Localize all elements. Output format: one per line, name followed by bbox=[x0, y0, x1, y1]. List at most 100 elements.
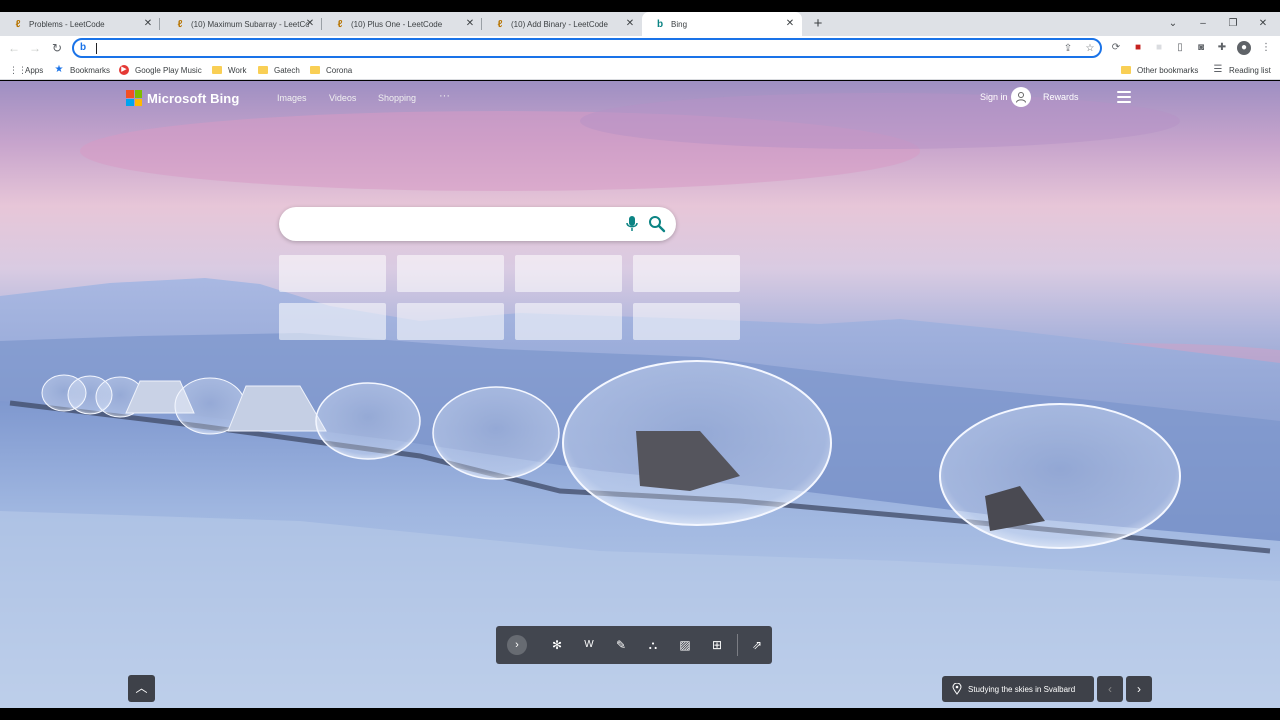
quick-link-tile[interactable] bbox=[279, 255, 386, 292]
quick-link-tile[interactable] bbox=[279, 303, 386, 340]
image-caption[interactable]: Studying the skies in Svalbard bbox=[942, 676, 1094, 702]
quick-link-tile[interactable] bbox=[515, 303, 622, 340]
share-icon[interactable]: ⇗ bbox=[749, 637, 765, 653]
puzzle-extensions-icon[interactable]: ✚ bbox=[1215, 41, 1229, 55]
background-image bbox=[0, 81, 1280, 708]
text-caret bbox=[96, 43, 97, 54]
bookmark-corona[interactable]: Corona bbox=[310, 63, 352, 77]
nav-videos[interactable]: Videos bbox=[329, 93, 356, 103]
leetcode-icon: ℓ bbox=[177, 18, 183, 30]
snowflake-icon[interactable]: ✻ bbox=[549, 637, 565, 653]
new-tab-button[interactable]: + bbox=[810, 15, 826, 33]
bookmark-label: Corona bbox=[326, 65, 353, 75]
bookmark-label: Work bbox=[228, 65, 247, 75]
close-tab-icon[interactable]: ✕ bbox=[464, 18, 476, 30]
bottom-black-strip bbox=[0, 708, 1280, 720]
tab-search-icon[interactable]: ⌄ bbox=[1164, 15, 1182, 33]
folder-icon bbox=[258, 66, 268, 74]
user-avatar-icon[interactable] bbox=[1011, 87, 1031, 107]
reading-list-icon: ☰ bbox=[1213, 64, 1223, 75]
person-icon bbox=[1016, 92, 1026, 103]
tab-title: Bing bbox=[671, 19, 688, 29]
close-tab-icon[interactable]: ✕ bbox=[304, 18, 316, 30]
nav-shopping[interactable]: Shopping bbox=[378, 93, 416, 103]
bottom-toolbar: › ✻ W ✎ ⛬ ▨ ⊞ ⇗ bbox=[496, 626, 772, 664]
bookmark-label: Apps bbox=[25, 65, 44, 75]
search-box[interactable] bbox=[279, 207, 676, 241]
sync-extension-icon[interactable]: ⟳ bbox=[1109, 41, 1123, 55]
back-arrow-icon[interactable]: ← bbox=[5, 39, 23, 57]
clipboard-extension-icon[interactable]: ▯ bbox=[1173, 41, 1187, 55]
profile-avatar-icon[interactable]: ● bbox=[1237, 41, 1251, 55]
brand-name: Microsoft Bing bbox=[147, 90, 240, 106]
gift-icon[interactable]: ⊞ bbox=[709, 637, 725, 653]
close-window-icon[interactable]: ✕ bbox=[1254, 15, 1272, 33]
browser-window: ℓ Problems - LeetCode ✕ ℓ (10) Maximum S… bbox=[0, 0, 1280, 720]
more-menu-icon[interactable]: ··· bbox=[439, 90, 450, 102]
reading-list-label: Reading list bbox=[1229, 65, 1271, 75]
previous-image-button[interactable]: ‹ bbox=[1097, 676, 1123, 702]
nav-images[interactable]: Images bbox=[277, 93, 307, 103]
search-icon[interactable] bbox=[648, 215, 666, 233]
hamburger-menu-icon[interactable] bbox=[1117, 91, 1131, 103]
quick-link-tile[interactable] bbox=[397, 255, 504, 292]
other-bookmarks[interactable]: Other bookmarks bbox=[1121, 63, 1198, 77]
toolbar-divider bbox=[737, 634, 738, 656]
leetcode-icon: ℓ bbox=[15, 18, 21, 30]
tab-title: (10) Add Binary - LeetCode bbox=[511, 19, 608, 29]
scroll-up-chevron-icon[interactable]: ︿ bbox=[128, 675, 155, 702]
forward-arrow-icon[interactable]: → bbox=[26, 39, 44, 57]
address-bar[interactable]: b ⇪ ☆ bbox=[72, 38, 1102, 58]
play-music-icon: ▶ bbox=[119, 65, 129, 75]
bookmark-star-icon[interactable]: ☆ bbox=[1083, 42, 1097, 56]
location-pin-icon bbox=[952, 683, 962, 695]
quick-link-tile[interactable] bbox=[397, 303, 504, 340]
tab-add-binary[interactable]: ℓ (10) Add Binary - LeetCode ✕ bbox=[482, 12, 642, 36]
tab-bar: ℓ Problems - LeetCode ✕ ℓ (10) Maximum S… bbox=[0, 12, 1280, 36]
leetcode-icon: ℓ bbox=[337, 18, 343, 30]
bookmarks-bar: ⋮⋮ Apps ★ Bookmarks ▶ Google Play Music … bbox=[0, 60, 1280, 80]
kebab-menu-icon[interactable]: ⋮ bbox=[1259, 41, 1273, 55]
reload-icon[interactable]: ↻ bbox=[48, 39, 66, 57]
share-page-icon[interactable]: ⇪ bbox=[1061, 42, 1075, 56]
close-tab-icon[interactable]: ✕ bbox=[784, 18, 796, 30]
apps-grid-icon: ⋮⋮ bbox=[9, 65, 27, 75]
bookmark-google-play-music[interactable]: ▶ Google Play Music bbox=[119, 63, 202, 77]
bookmark-bookmarks[interactable]: ★ Bookmarks bbox=[54, 63, 111, 77]
tab-plus-one[interactable]: ℓ (10) Plus One - LeetCode ✕ bbox=[322, 12, 482, 36]
pdf-extension-icon[interactable]: ■ bbox=[1131, 41, 1145, 55]
quick-link-tile[interactable] bbox=[633, 303, 740, 340]
bookmark-apps[interactable]: ⋮⋮ Apps bbox=[9, 63, 43, 77]
bookmark-label: Google Play Music bbox=[135, 65, 202, 75]
blank-extension-icon[interactable]: ■ bbox=[1152, 41, 1166, 55]
bookmark-work[interactable]: Work bbox=[212, 63, 247, 77]
restore-icon[interactable]: ❐ bbox=[1224, 15, 1242, 33]
reading-list[interactable]: ☰ Reading list bbox=[1213, 63, 1271, 77]
tab-problems[interactable]: ℓ Problems - LeetCode ✕ bbox=[0, 12, 160, 36]
close-tab-icon[interactable]: ✕ bbox=[142, 18, 154, 30]
next-image-button[interactable]: › bbox=[1126, 676, 1152, 702]
bookmark-gatech[interactable]: Gatech bbox=[258, 63, 300, 77]
bing-icon: b bbox=[656, 18, 664, 30]
quick-link-tile[interactable] bbox=[515, 255, 622, 292]
close-tab-icon[interactable]: ✕ bbox=[624, 18, 636, 30]
camera-extension-icon[interactable]: ◙ bbox=[1194, 41, 1208, 55]
bing-logo[interactable]: Microsoft Bing bbox=[126, 89, 239, 107]
microphone-icon[interactable] bbox=[625, 215, 639, 233]
quick-link-tile[interactable] bbox=[633, 255, 740, 292]
bing-icon: b bbox=[80, 42, 87, 53]
tree-icon[interactable]: ⛬ bbox=[645, 637, 661, 653]
expand-chevron-icon[interactable]: › bbox=[507, 635, 527, 655]
address-input[interactable] bbox=[98, 41, 1038, 56]
sign-in-link[interactable]: Sign in bbox=[980, 92, 1008, 102]
search-input[interactable] bbox=[297, 215, 617, 233]
leetcode-icon: ℓ bbox=[497, 18, 503, 30]
tab-bing[interactable]: b Bing ✕ bbox=[642, 12, 802, 36]
rewards-link[interactable]: Rewards bbox=[1043, 92, 1079, 102]
minimize-icon[interactable]: – bbox=[1194, 15, 1212, 33]
weather-icon[interactable]: W bbox=[581, 637, 597, 653]
tab-maximum-subarray[interactable]: ℓ (10) Maximum Subarray - LeetCode ✕ bbox=[162, 12, 322, 36]
pattern-icon[interactable]: ▨ bbox=[677, 637, 693, 653]
tab-title: Problems - LeetCode bbox=[29, 19, 105, 29]
pencil-icon[interactable]: ✎ bbox=[613, 637, 629, 653]
